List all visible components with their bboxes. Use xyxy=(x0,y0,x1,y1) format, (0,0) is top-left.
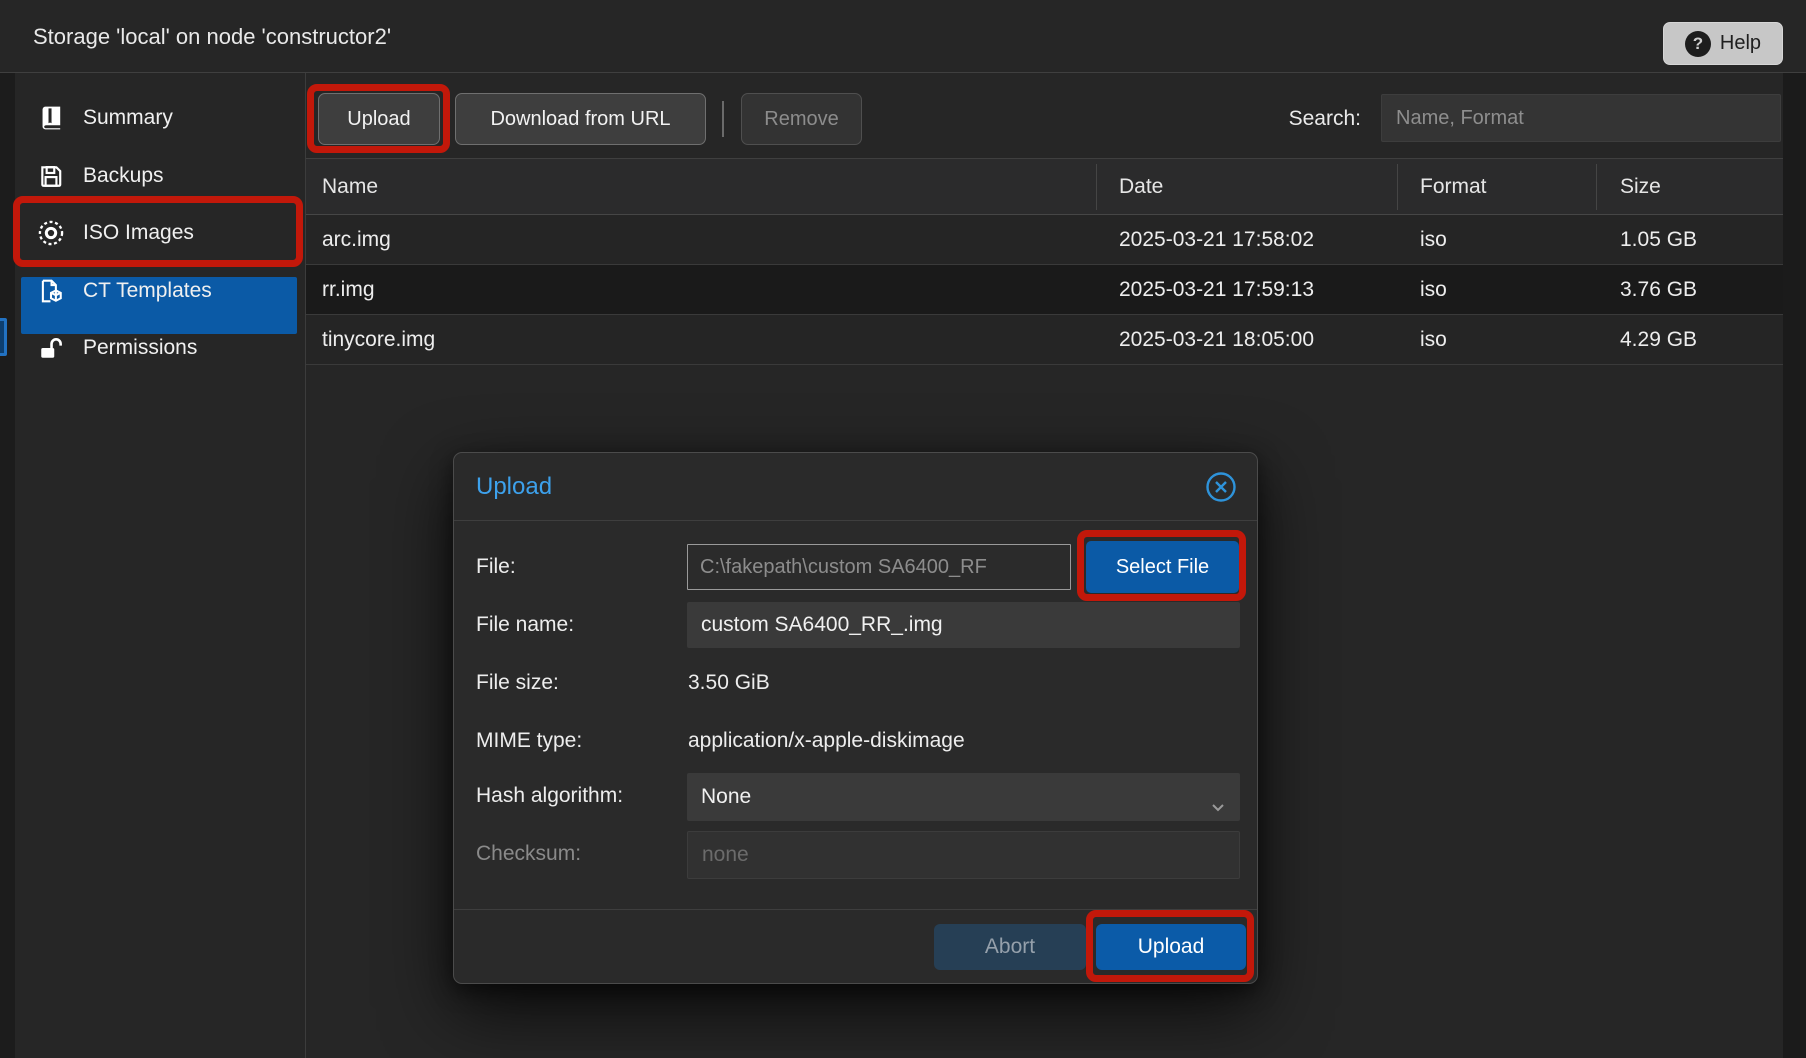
sidebar-item-ct-templates[interactable]: CT Templates xyxy=(15,262,305,319)
mime-type-label: MIME type: xyxy=(476,718,582,764)
column-header-format[interactable]: Format xyxy=(1420,159,1487,214)
sidebar-item-summary[interactable]: Summary xyxy=(15,89,305,146)
file-name-input[interactable] xyxy=(687,602,1240,648)
dialog-title: Upload xyxy=(476,453,552,521)
dialog-footer-divider xyxy=(454,909,1257,910)
cd-icon xyxy=(37,219,65,247)
table-row[interactable]: tinycore.img 2025-03-21 18:05:00 iso 4.2… xyxy=(306,315,1783,365)
column-header-name[interactable]: Name xyxy=(322,159,378,214)
cell-size: 4.29 GB xyxy=(1620,315,1697,364)
column-header-date[interactable]: Date xyxy=(1119,159,1163,214)
upload-dialog: Upload File: Select File File name: File… xyxy=(453,452,1258,984)
cell-date: 2025-03-21 17:58:02 xyxy=(1119,215,1314,264)
book-icon xyxy=(37,104,65,132)
close-icon[interactable] xyxy=(1204,470,1238,504)
right-edge-strip xyxy=(1783,0,1806,1058)
sidebar-item-iso-images[interactable]: ISO Images xyxy=(15,204,305,261)
floppy-icon xyxy=(37,162,65,190)
checksum-input xyxy=(687,831,1240,879)
cell-format: iso xyxy=(1420,265,1447,314)
hash-algorithm-dropdown[interactable]: None xyxy=(687,773,1240,821)
table-row[interactable]: arc.img 2025-03-21 17:58:02 iso 1.05 GB xyxy=(306,215,1783,265)
page-title: Storage 'local' on node 'constructor2' xyxy=(33,0,391,73)
sidebar-item-label: ISO Images xyxy=(83,221,194,245)
search-input[interactable] xyxy=(1381,94,1781,142)
tree-selection-fragment xyxy=(0,318,7,356)
upload-dialog-header[interactable]: Upload xyxy=(454,453,1257,521)
sidebar-item-label: Summary xyxy=(83,106,173,130)
hash-algorithm-label: Hash algorithm: xyxy=(476,773,623,819)
question-circle-icon: ? xyxy=(1685,31,1711,57)
file-label: File: xyxy=(476,544,516,590)
toolbar-separator xyxy=(722,101,724,137)
proxmox-storage-window: Storage 'local' on node 'constructor2' ?… xyxy=(0,0,1806,1058)
cell-date: 2025-03-21 18:05:00 xyxy=(1119,315,1314,364)
help-button-label: Help xyxy=(1720,32,1761,55)
unlock-icon xyxy=(37,334,65,362)
checksum-label: Checksum: xyxy=(476,831,581,877)
file-size-label: File size: xyxy=(476,660,559,706)
file-name-label: File name: xyxy=(476,602,574,648)
file-cube-icon xyxy=(37,277,65,305)
column-header-size[interactable]: Size xyxy=(1620,159,1661,214)
cell-name: rr.img xyxy=(322,265,375,314)
abort-button: Abort xyxy=(934,924,1086,970)
mime-type-value: application/x-apple-diskimage xyxy=(688,718,965,764)
table-row[interactable]: rr.img 2025-03-21 17:59:13 iso 3.76 GB xyxy=(306,265,1783,315)
sidebar-item-permissions[interactable]: Permissions xyxy=(15,319,305,376)
left-edge-strip xyxy=(0,0,15,1058)
cell-size: 3.76 GB xyxy=(1620,265,1697,314)
cell-name: arc.img xyxy=(322,215,391,264)
table-header: Name Date Format Size xyxy=(306,158,1783,215)
cell-name: tinycore.img xyxy=(322,315,435,364)
sidebar-item-label: Permissions xyxy=(83,336,197,360)
chevron-down-icon xyxy=(1208,787,1228,835)
upload-toolbar-button[interactable]: Upload xyxy=(318,93,440,145)
file-size-value: 3.50 GiB xyxy=(688,660,770,706)
remove-button: Remove xyxy=(741,93,862,145)
sidebar: Summary Backups ISO Images CT Templates xyxy=(15,73,305,1058)
sidebar-item-backups[interactable]: Backups xyxy=(15,147,305,204)
sidebar-item-label: CT Templates xyxy=(83,279,212,303)
cell-format: iso xyxy=(1420,215,1447,264)
cell-size: 1.05 GB xyxy=(1620,215,1697,264)
cell-format: iso xyxy=(1420,315,1447,364)
select-file-button[interactable]: Select File xyxy=(1086,541,1239,593)
download-from-url-button[interactable]: Download from URL xyxy=(455,93,706,145)
help-button[interactable]: ? Help xyxy=(1663,22,1783,65)
dialog-upload-button[interactable]: Upload xyxy=(1096,924,1246,970)
title-bar: Storage 'local' on node 'constructor2' ?… xyxy=(0,0,1806,73)
search-label: Search: xyxy=(1246,93,1361,145)
file-path-input[interactable] xyxy=(687,544,1071,590)
sidebar-item-label: Backups xyxy=(83,164,164,188)
cell-date: 2025-03-21 17:59:13 xyxy=(1119,265,1314,314)
hash-algorithm-value: None xyxy=(701,785,751,808)
